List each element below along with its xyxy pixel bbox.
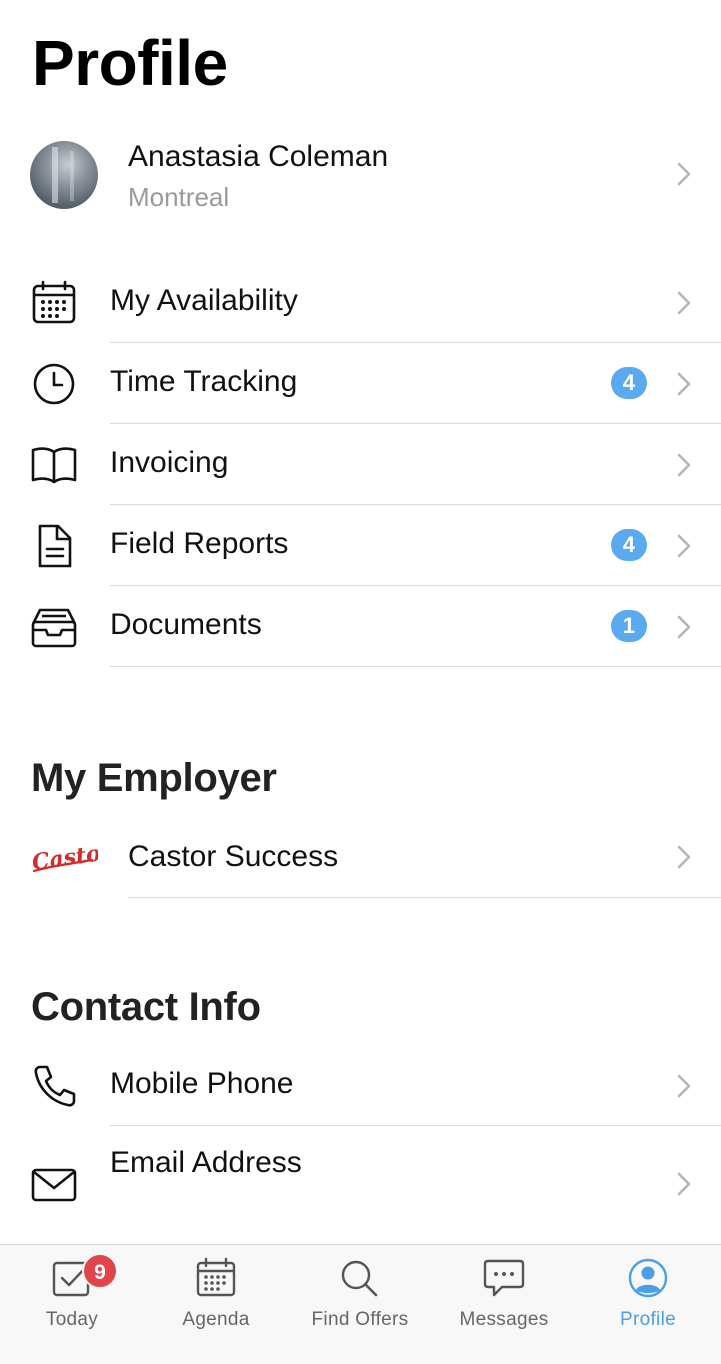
tab-label: Messages <box>459 1309 549 1330</box>
contact-item-label: Mobile Phone <box>110 1067 294 1100</box>
tab-find-offers[interactable]: Find Offers <box>300 1257 420 1337</box>
chevron-right-icon <box>677 1074 691 1098</box>
menu-item-field-reports[interactable]: Field Reports 4 <box>0 505 721 586</box>
castor-logo: Castor <box>30 836 98 878</box>
tab-bar: 9 Today Agenda Find Offers Messages Prof… <box>0 1244 721 1364</box>
chevron-right-icon <box>677 845 691 869</box>
menu-item-invoicing[interactable]: Invoicing <box>0 424 721 505</box>
tab-profile[interactable]: Profile <box>588 1257 708 1337</box>
divider <box>110 666 721 667</box>
profile-name: Anastasia Coleman <box>128 140 389 173</box>
section-title-contact-info: Contact Info <box>31 985 261 1029</box>
profile-card[interactable]: Anastasia Coleman Montreal <box>0 128 721 224</box>
chevron-right-icon <box>677 162 691 186</box>
menu-item-label: Field Reports <box>110 527 289 560</box>
chevron-right-icon <box>677 291 691 315</box>
tab-agenda[interactable]: Agenda <box>156 1257 276 1337</box>
menu-item-my-availability[interactable]: My Availability <box>0 262 721 343</box>
menu-item-label: Documents <box>110 608 262 641</box>
menu-item-documents[interactable]: Documents 1 <box>0 586 721 667</box>
chevron-right-icon <box>677 534 691 558</box>
menu-item-label: Invoicing <box>110 446 229 479</box>
notification-badge: 9 <box>82 1253 118 1289</box>
avatar <box>30 141 98 209</box>
tab-label: Find Offers <box>311 1309 409 1330</box>
contact-item-label: Email Address <box>110 1146 302 1179</box>
tab-label: Profile <box>620 1309 676 1330</box>
profile-city: Montreal <box>128 182 230 212</box>
tab-today[interactable]: 9 Today <box>12 1253 132 1337</box>
employer-row[interactable]: Castor Castor Success <box>0 818 721 898</box>
count-badge: 4 <box>610 367 647 399</box>
contact-item-email-address[interactable]: Email Address <box>0 1126 721 1242</box>
search-icon <box>338 1257 382 1299</box>
calendar-icon <box>30 280 78 326</box>
inbox-icon <box>30 604 78 650</box>
contact-item-mobile-phone[interactable]: Mobile Phone <box>0 1045 721 1126</box>
menu-item-label: Time Tracking <box>110 365 298 398</box>
tab-messages[interactable]: Messages <box>444 1257 564 1337</box>
divider <box>128 897 721 898</box>
count-badge: 1 <box>610 610 647 642</box>
chevron-right-icon <box>677 615 691 639</box>
menu-item-time-tracking[interactable]: Time Tracking 4 <box>0 343 721 424</box>
chevron-right-icon <box>677 1172 691 1196</box>
clock-icon <box>30 361 78 407</box>
tab-label: Today <box>45 1309 99 1330</box>
chat-icon <box>482 1257 526 1299</box>
page-title: Profile <box>32 27 228 99</box>
calendar-icon <box>194 1257 238 1299</box>
user-circle-icon <box>626 1257 670 1299</box>
document-icon <box>30 523 78 569</box>
section-title-my-employer: My Employer <box>31 756 277 800</box>
tab-label: Agenda <box>182 1309 250 1330</box>
chevron-right-icon <box>677 453 691 477</box>
book-icon <box>30 442 78 488</box>
menu-item-label: My Availability <box>110 284 298 317</box>
phone-icon <box>30 1063 78 1109</box>
chevron-right-icon <box>677 372 691 396</box>
envelope-icon <box>30 1162 78 1208</box>
count-badge: 4 <box>610 529 647 561</box>
employer-name: Castor Success <box>128 840 339 873</box>
